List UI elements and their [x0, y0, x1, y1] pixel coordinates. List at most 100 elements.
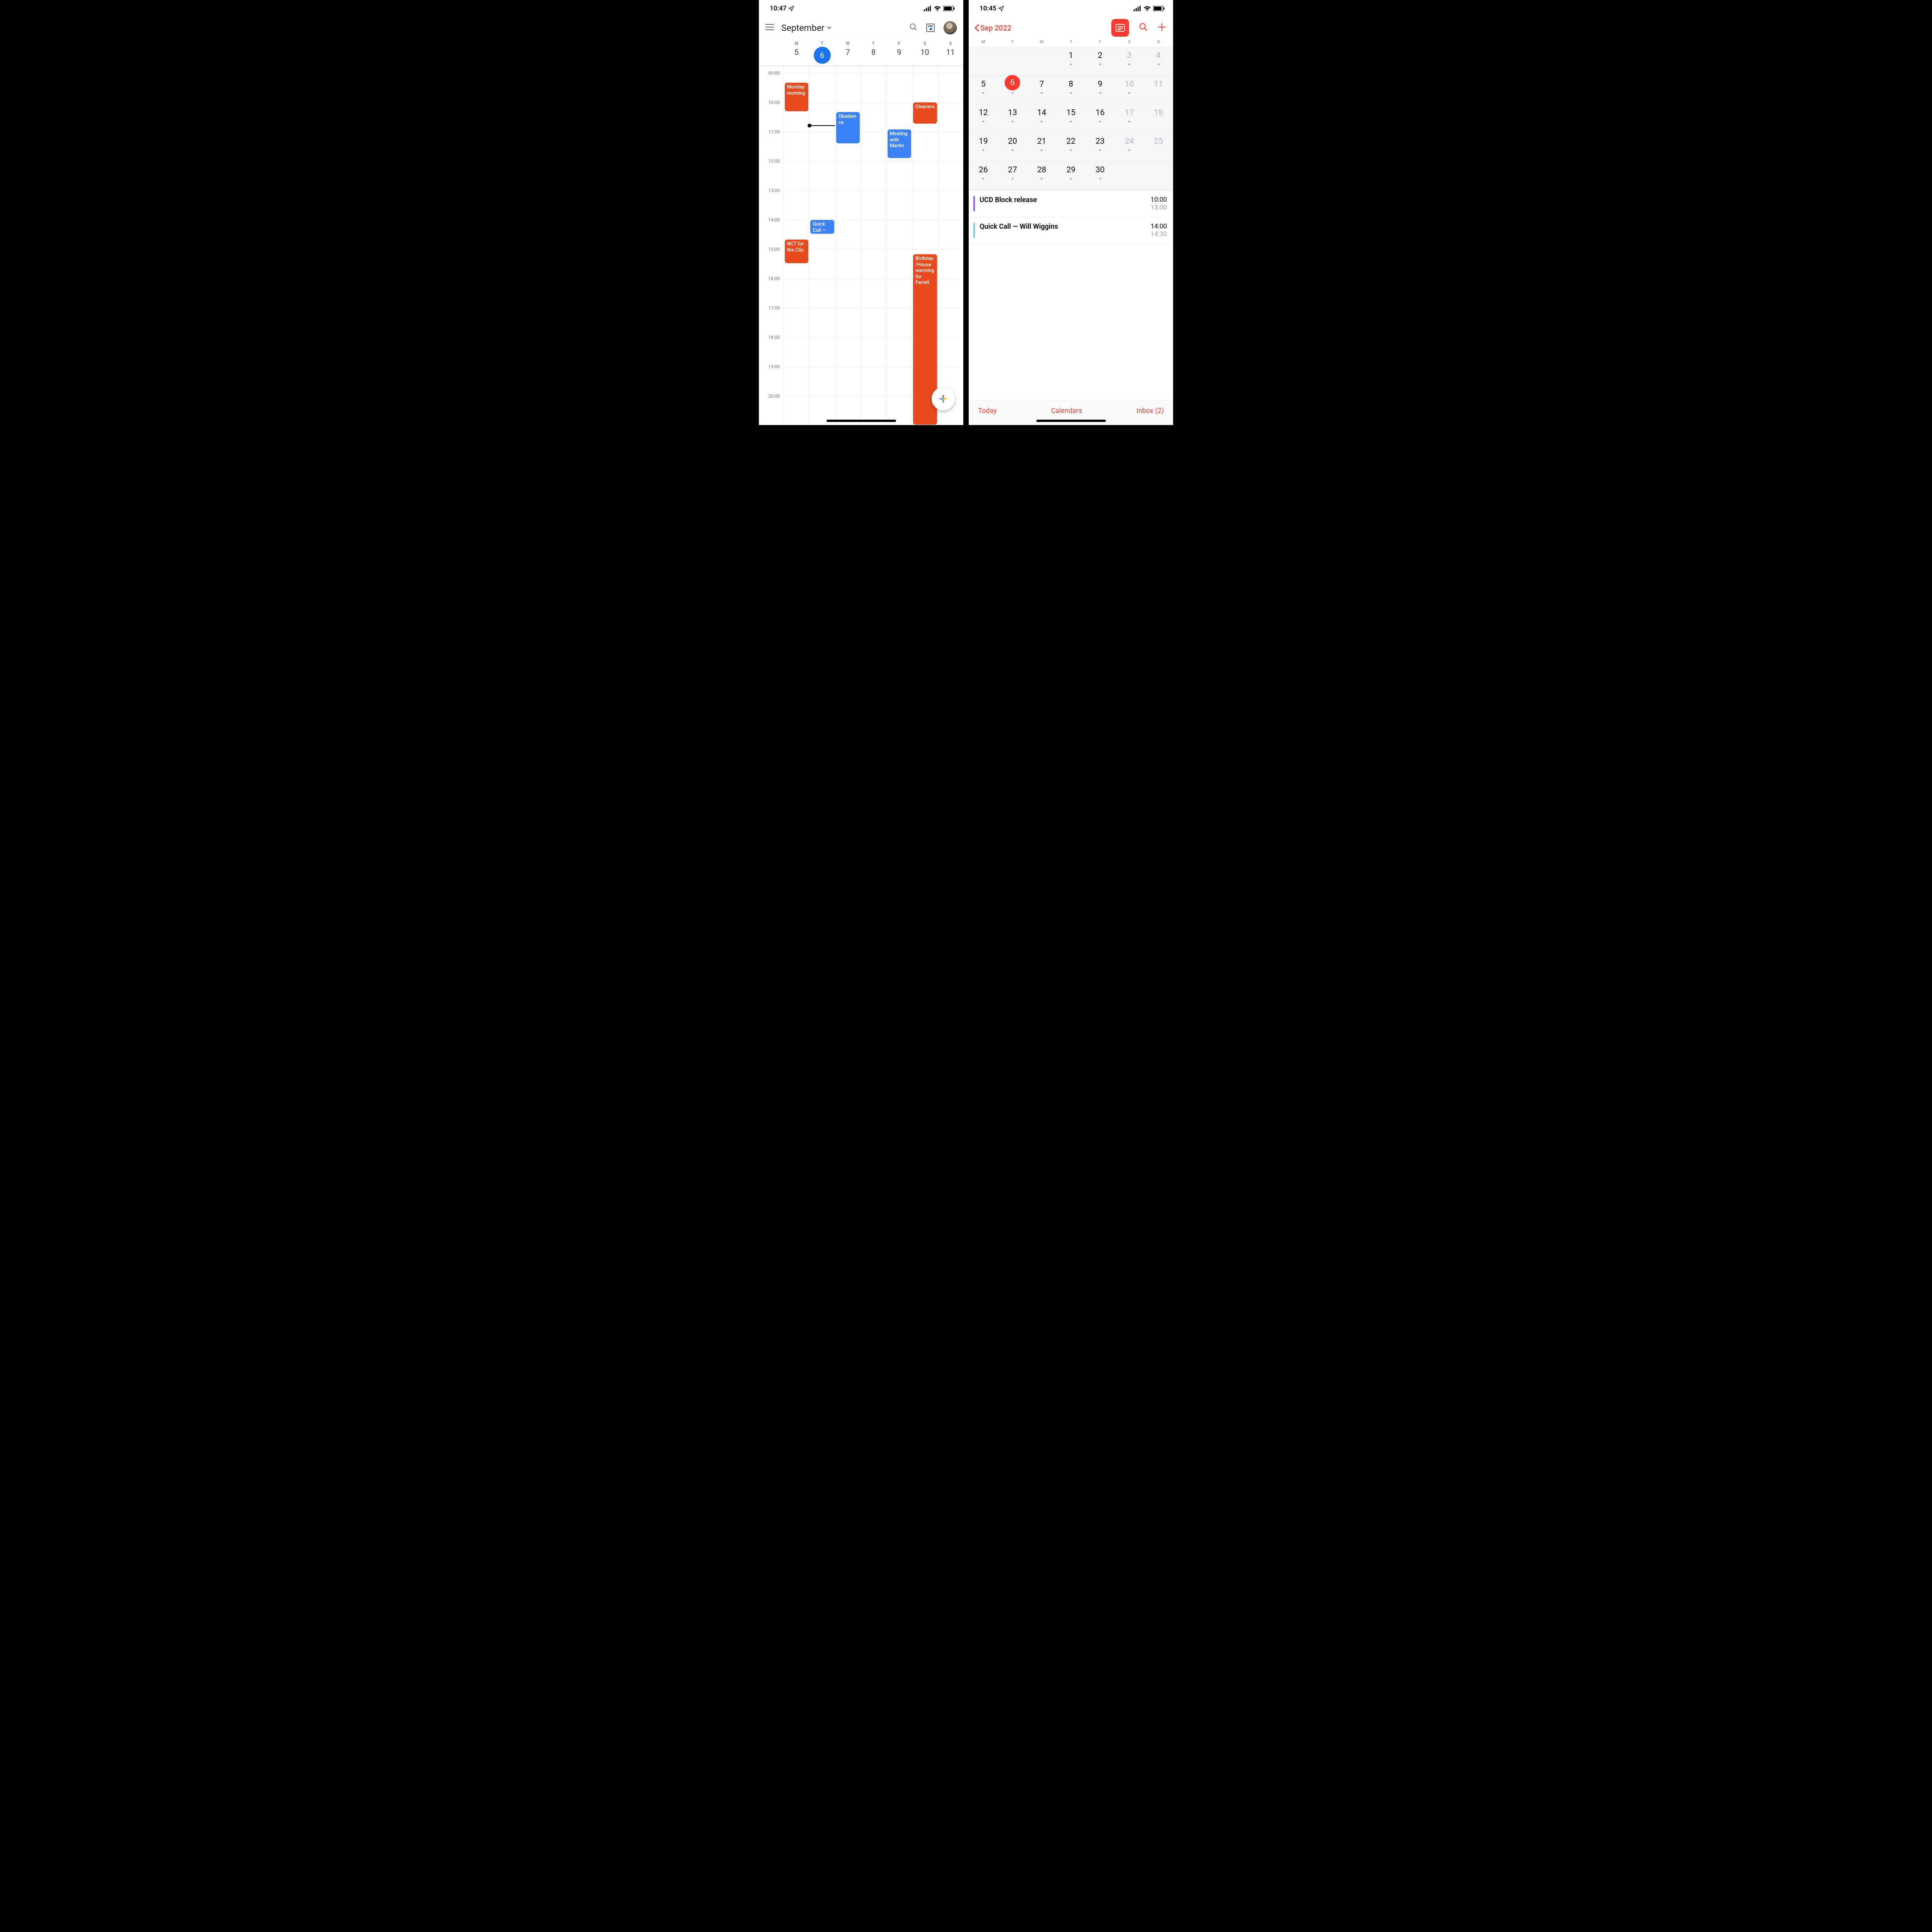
- month-day-cell[interactable]: 4: [1144, 47, 1173, 75]
- calendar-event[interactable]: Meeting with Martin: [888, 129, 911, 158]
- status-bar: 10:45: [969, 0, 1173, 17]
- month-day-cell[interactable]: 10: [1115, 76, 1144, 104]
- calendar-event[interactable]: Cleaners: [913, 102, 937, 124]
- month-day-cell[interactable]: 14: [1027, 104, 1056, 133]
- day-column[interactable]: Quick Call —: [809, 66, 835, 425]
- caret-down-icon: [827, 26, 832, 29]
- back-button[interactable]: Sep 2022: [974, 24, 1011, 32]
- month-dow: S: [1144, 39, 1173, 44]
- month-day-cell[interactable]: 8: [1056, 76, 1086, 104]
- month-day-cell[interactable]: 6: [998, 76, 1027, 104]
- week-header[interactable]: M5T6W7T8F9S10S11: [759, 39, 963, 66]
- list-view-button[interactable]: [1111, 19, 1129, 37]
- time-label: 11:00: [768, 129, 780, 134]
- month-dow: T: [998, 39, 1027, 44]
- wifi-icon: [934, 6, 941, 11]
- calendar-event[interactable]: Obedience: [836, 112, 860, 143]
- time-label: 20:00: [768, 393, 780, 399]
- today-button[interactable]: Today: [978, 407, 997, 415]
- agenda-item[interactable]: UCD Block release 10:0013:00: [969, 190, 1173, 217]
- month-day-cell[interactable]: 19: [969, 133, 998, 161]
- battery-icon: [943, 6, 955, 11]
- home-indicator[interactable]: [827, 420, 896, 422]
- month-day-cell[interactable]: 12: [969, 104, 998, 133]
- chevron-left-icon: [974, 24, 980, 32]
- month-day-cell[interactable]: 20: [998, 133, 1027, 161]
- day-header[interactable]: T6: [809, 39, 835, 65]
- month-day-cell[interactable]: 7: [1027, 76, 1056, 104]
- month-day-cell[interactable]: 11: [1144, 76, 1173, 104]
- day-grid[interactable]: 09:0010:0011:0012:0013:0014:0015:0016:00…: [759, 66, 963, 425]
- month-dow: T: [1056, 39, 1086, 44]
- month-day-cell: [1115, 162, 1144, 190]
- back-label: Sep 2022: [980, 24, 1011, 32]
- google-calendar-screen: 10:47 Septembe: [759, 0, 963, 425]
- month-day-cell[interactable]: 29: [1056, 162, 1086, 190]
- agenda-item[interactable]: Quick Call — Will Wiggins14:0014:30: [969, 217, 1173, 244]
- day-column[interactable]: Obedience: [835, 66, 861, 425]
- inbox-button[interactable]: Inbox (2): [1136, 407, 1164, 415]
- home-indicator[interactable]: [1036, 420, 1106, 422]
- add-event-fab[interactable]: [932, 387, 955, 410]
- day-header[interactable]: F9: [886, 39, 912, 65]
- day-header[interactable]: S10: [912, 39, 937, 65]
- month-dow-header: MTWTFSS: [969, 39, 1173, 47]
- search-icon[interactable]: [1138, 22, 1149, 33]
- cell-signal-icon: [924, 6, 932, 11]
- avatar[interactable]: [943, 21, 957, 35]
- month-day-cell: [969, 47, 998, 75]
- month-day-cell[interactable]: 28: [1027, 162, 1056, 190]
- day-column[interactable]: Monday morning NCT for the Clio: [784, 66, 809, 425]
- month-day-cell[interactable]: 2: [1085, 47, 1115, 75]
- time-label: 12:00: [768, 158, 780, 164]
- month-day-cell[interactable]: 13: [998, 104, 1027, 133]
- month-day-cell[interactable]: 18: [1144, 104, 1173, 133]
- month-day-cell[interactable]: 17: [1115, 104, 1144, 133]
- month-day-cell[interactable]: 15: [1056, 104, 1086, 133]
- add-event-button[interactable]: [1156, 21, 1168, 35]
- month-day-cell[interactable]: 30: [1085, 162, 1115, 190]
- day-header[interactable]: M5: [784, 39, 809, 65]
- day-column[interactable]: [861, 66, 886, 425]
- month-label: September: [781, 23, 825, 33]
- month-day-cell[interactable]: 16: [1085, 104, 1115, 133]
- agenda-item-times: 10:0013:00: [1151, 196, 1167, 211]
- agenda-list[interactable]: UCD Block release 10:0013:00 Quick Call — …: [969, 190, 1173, 244]
- wifi-icon: [1143, 6, 1151, 11]
- day-header[interactable]: S11: [938, 39, 963, 65]
- agenda-item-title: UCD Block release: [980, 196, 1146, 204]
- menu-icon[interactable]: [764, 24, 775, 32]
- time-label: 18:00: [768, 335, 780, 340]
- calendar-event[interactable]: Quick Call —: [810, 220, 834, 234]
- month-day-cell[interactable]: 1: [1056, 47, 1086, 75]
- month-day-cell[interactable]: 25: [1144, 133, 1173, 161]
- month-grid[interactable]: 1234567891011121314151617181920212223242…: [969, 47, 1173, 190]
- month-day-cell[interactable]: 26: [969, 162, 998, 190]
- status-indicators: [1134, 6, 1165, 11]
- calendar-event[interactable]: Monday morning: [785, 83, 808, 111]
- month-day-cell[interactable]: 21: [1027, 133, 1056, 161]
- month-day-cell[interactable]: 9: [1085, 76, 1115, 104]
- day-column[interactable]: CleanersBirthday/Housewarming for Farrel…: [912, 66, 937, 425]
- search-icon[interactable]: [909, 23, 918, 33]
- status-bar: 10:47: [759, 0, 963, 17]
- month-day-cell[interactable]: 22: [1056, 133, 1086, 161]
- month-day-cell[interactable]: 24: [1115, 133, 1144, 161]
- day-column[interactable]: Meeting with Martin: [886, 66, 912, 425]
- calendars-button[interactable]: Calendars: [1051, 407, 1082, 415]
- gcal-header: September: [759, 17, 963, 39]
- day-column[interactable]: [938, 66, 963, 425]
- agenda-item-times: 14:0014:30: [1151, 223, 1167, 238]
- calendar-event[interactable]: NCT for the Clio: [785, 240, 808, 263]
- month-dow: W: [1027, 39, 1056, 44]
- month-day-cell[interactable]: 27: [998, 162, 1027, 190]
- month-dropdown[interactable]: September: [778, 23, 906, 33]
- time-label: 17:00: [768, 305, 780, 311]
- day-header[interactable]: T8: [861, 39, 886, 65]
- day-header[interactable]: W7: [835, 39, 861, 65]
- month-day-cell[interactable]: 5: [969, 76, 998, 104]
- month-day-cell[interactable]: 3: [1115, 47, 1144, 75]
- location-arrow-icon: [788, 5, 794, 12]
- month-day-cell[interactable]: 23: [1085, 133, 1115, 161]
- today-icon[interactable]: [926, 24, 935, 32]
